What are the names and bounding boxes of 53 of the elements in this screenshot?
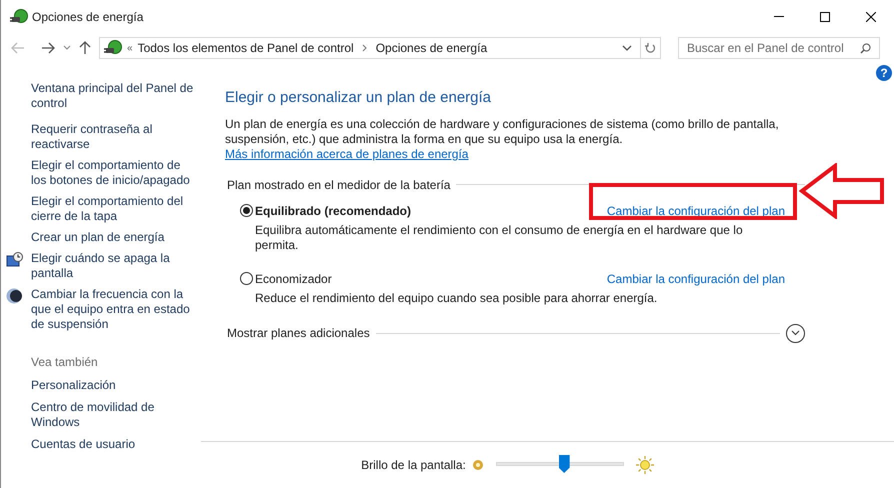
help-button[interactable]: ? <box>876 65 892 81</box>
sidebar-link[interactable]: Crear un plan de energía <box>31 230 164 245</box>
breadcrumb-separator-icon <box>362 44 368 52</box>
plan-description: Reduce el rendimiento del equipo cuando sea posible para ahorrar energía. <box>255 290 658 306</box>
radio-button[interactable] <box>240 204 253 217</box>
radio-button[interactable] <box>240 272 253 285</box>
chevron-down-icon[interactable] <box>63 45 71 51</box>
intro-paragraph: Un plan de energía es una colección de hardware y configuraciones de sistema (como brillo de pantalla, suspensión, etc.) que administra la forma en que su equipo usa la energía. Más información acerca de planes de energía <box>225 116 780 162</box>
slider-thumb[interactable] <box>558 455 570 473</box>
brightness-label: Brillo de la pantalla: <box>361 457 466 474</box>
group-title: Plan mostrado en el medidor de la batería <box>226 176 450 194</box>
chevron-down-icon <box>791 330 800 336</box>
sidebar-link[interactable]: Cambiar la frecuencia con la que el equipo entra en estado de suspensión <box>31 287 197 332</box>
bright-sun-icon <box>636 456 654 474</box>
change-plan-settings-link[interactable]: Cambiar la configuración del plan <box>606 202 785 220</box>
window-title: Opciones de energía <box>32 8 144 26</box>
up-arrow-icon[interactable] <box>79 41 91 55</box>
sidebar-link[interactable]: Cuentas de usuario <box>31 437 197 452</box>
sidebar-link[interactable]: Personalización <box>31 378 197 393</box>
search-field[interactable]: Buscar en el Panel de control <box>678 37 880 59</box>
sidebar-link[interactable]: Elegir el comportamiento del cierre de la tapa <box>31 194 197 224</box>
breadcrumb-item[interactable]: Opciones de energía <box>376 39 488 57</box>
power-plug-icon <box>104 39 122 57</box>
plan-description: Equilibra automáticamente el rendimiento con el consumo de energía en el hardware que lo permita. <box>255 222 744 252</box>
more-plans-label: Mostrar planes adicionales <box>226 325 370 342</box>
breadcrumb-overflow-icon: « <box>127 40 133 56</box>
breadcrumb-item[interactable]: Todos los elementos de Panel de control <box>138 39 354 57</box>
brightness-slider[interactable] <box>496 455 624 475</box>
page-heading: Elegir o personalizar un plan de energía <box>225 88 492 108</box>
dim-sun-icon <box>472 459 484 471</box>
sidebar-link[interactable]: Centro de movilidad de Windows <box>31 400 197 430</box>
more-info-link[interactable]: Más información acerca de planes de energía <box>225 146 468 160</box>
close-icon <box>866 12 876 22</box>
annotation-arrow-icon <box>799 163 885 219</box>
refresh-icon[interactable] <box>645 42 656 54</box>
maximize-icon <box>820 12 830 22</box>
sidebar-link[interactable]: Requerir contraseña al reactivarse <box>31 122 197 152</box>
moon-icon <box>6 288 22 304</box>
change-plan-settings-link[interactable]: Cambiar la configuración del plan <box>606 270 785 288</box>
plan-name[interactable]: Equilibrado (recomendado) <box>255 202 412 220</box>
plan-name[interactable]: Economizador <box>255 270 332 288</box>
search-icon <box>860 42 871 54</box>
forward-arrow-icon[interactable] <box>41 42 55 54</box>
chevron-down-icon[interactable] <box>622 45 632 51</box>
sidebar-link[interactable]: Elegir cuándo se apaga la pantalla <box>31 251 197 281</box>
see-also-heading: Vea también <box>31 355 98 369</box>
power-plug-icon <box>10 8 28 26</box>
address-bar[interactable]: « Todos los elementos de Panel de control Opciones de energía <box>99 37 661 59</box>
sidebar-link[interactable]: Elegir el comportamiento de los botones de inicio/apagado <box>31 158 197 188</box>
monitor-clock-icon <box>6 252 24 268</box>
expand-button[interactable] <box>786 324 805 342</box>
minimize-icon <box>774 16 784 17</box>
sidebar-link[interactable]: Ventana principal del Panel de control <box>31 81 197 111</box>
